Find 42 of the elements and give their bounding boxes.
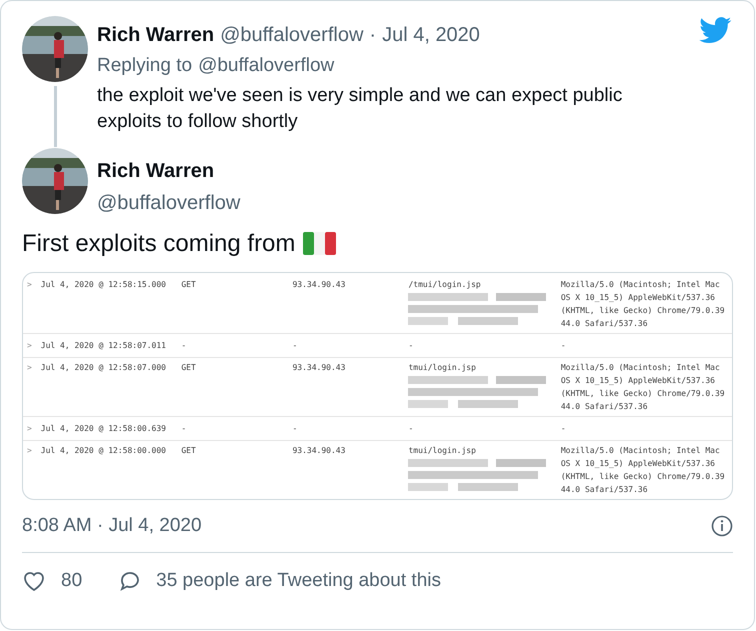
author-name[interactable]: Rich Warren — [97, 156, 240, 186]
table-cell-text: GET — [181, 444, 197, 456]
author-handle[interactable]: @buffaloverflow — [220, 20, 364, 50]
table-cell-text: Jul 4, 2020 @ 12:58:00.639 — [40, 422, 167, 434]
table-cell-text: 93.34.90.43 — [292, 278, 346, 290]
author-name[interactable]: Rich Warren — [97, 20, 214, 50]
table-cell-text: GET — [181, 278, 197, 290]
table-cell-text: - — [408, 422, 414, 434]
flag-icon — [303, 232, 336, 255]
table-cell-text: - — [292, 422, 298, 434]
table-cell-text: - — [560, 340, 567, 352]
tweet-date[interactable]: Jul 4, 2020 — [382, 20, 480, 50]
separator: · — [369, 23, 376, 48]
bird-logo-icon[interactable] — [699, 17, 732, 44]
table-cell-text: - — [181, 340, 188, 352]
table-cell-text: 93.34.90.43 — [292, 362, 346, 374]
table-cell-text: /tmui/login.jsp — [408, 278, 482, 290]
tweet-text: First exploits coming from — [22, 228, 296, 258]
table-cell-text: Jul 4, 2020 @ 12:58:07.000 — [40, 362, 167, 374]
table-cell-text: Jul 4, 2020 @ 12:58:15.000 — [40, 278, 167, 290]
mention-link[interactable]: @buffaloverflow — [198, 52, 334, 80]
table-cell-text: Mozilla/5.0 (Macintosh; Intel Mac OS X 10_15_5) AppleWebKit/537.36 (KHTML, like Gecko) Chrome/79.0.3944.0 Safari/537.36 — [560, 278, 726, 330]
table-cell-text: tmui/login.jsp — [408, 362, 477, 374]
table-cell-text: tmui/login.jsp — [408, 444, 477, 456]
table-cell-text: 93.34.90.43 — [292, 444, 346, 456]
conversation-link[interactable]: 35 people are Tweeting about this — [156, 567, 442, 596]
info-icon[interactable] — [711, 514, 733, 537]
table-cell-text: - — [560, 422, 567, 434]
table-cell-text: Jul 4, 2020 @ 12:58:00.000 — [40, 444, 167, 456]
like-count[interactable]: 80 — [61, 567, 82, 596]
heart-icon[interactable] — [22, 570, 46, 592]
table-cell-text: Mozilla/5.0 (Macintosh; Intel Mac OS X 10_15_5) AppleWebKit/537.36 (KHTML, like Gecko) Chrome/79.0.3944.0 Safari/537.36 — [560, 444, 726, 496]
table-cell-text: GET — [181, 362, 197, 374]
table-cell-text: - — [292, 340, 298, 352]
table-cell-text: Jul 4, 2020 @ 12:58:07.011 — [40, 340, 167, 352]
replying-label: Replying to — [97, 54, 192, 78]
tweet-timestamp[interactable]: 8:08 AM · Jul 4, 2020 — [22, 512, 202, 540]
author-handle[interactable]: @buffaloverflow — [97, 188, 240, 218]
table-cell-text: - — [408, 340, 414, 352]
tweet-text: the exploit we've seen is very simple and we can expect public exploits to follow shortly — [97, 84, 624, 134]
table-cell-text: Mozilla/5.0 (Macintosh; Intel Mac OS X 10_15_5) AppleWebKit/537.36 (KHTML, like Gecko) Chrome/79.0.3944.0 Safari/537.36 — [560, 362, 726, 412]
table-cell-text: - — [181, 422, 188, 434]
